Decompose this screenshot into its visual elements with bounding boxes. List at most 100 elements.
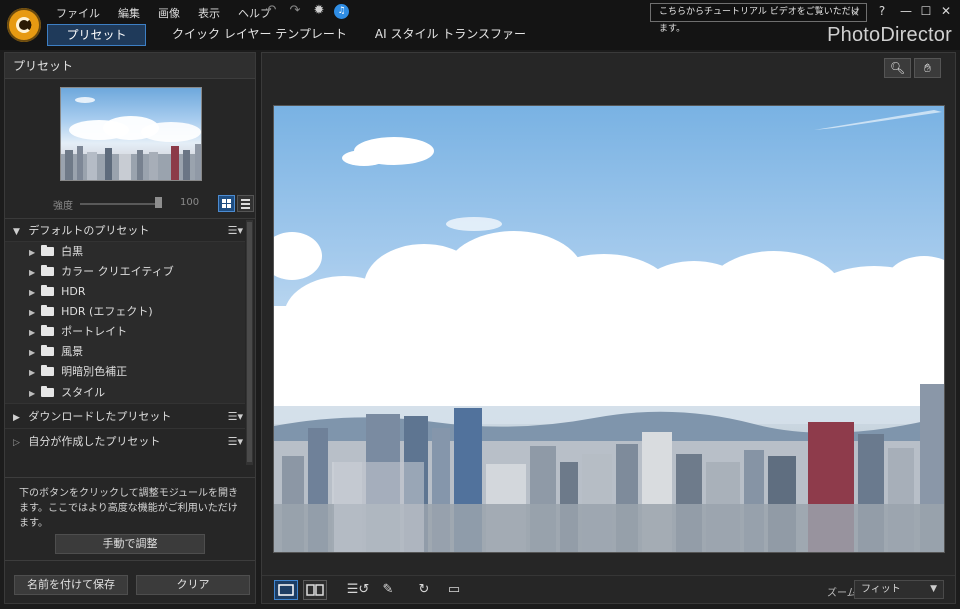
tree-item-landscape[interactable]: ▶ 風景 [5, 342, 245, 362]
tree-item-split-toning[interactable]: ▶ 明暗別色補正 [5, 362, 245, 382]
strength-value: 100 [180, 197, 200, 208]
scrollbar-thumb[interactable] [247, 222, 252, 462]
tree-my-presets[interactable]: ▷ 自分が作成したプリセット ☰▾ [5, 429, 245, 454]
tree-item-label: 明暗別色補正 [61, 365, 128, 378]
tree-item-monochrome[interactable]: ▶ 白黒 [5, 242, 245, 262]
settings-icon[interactable]: ✹ [310, 3, 328, 19]
preset-tree: ▼ デフォルトのプリセット ☰▾ ▶ 白黒 ▶ カラー クリエイティブ ▶ HDR ▶… [5, 220, 245, 454]
tree-item-hdr-effect[interactable]: ▶ HDR (エフェクト) [5, 302, 245, 322]
history-button[interactable]: ☰↺ [346, 580, 370, 600]
tree-item-label: HDR [61, 285, 86, 298]
strength-slider-track[interactable] [80, 203, 160, 205]
tab-presets[interactable]: プリセット [47, 24, 146, 46]
minimize-button[interactable]: — [898, 3, 914, 19]
zoom-tool-button[interactable]: 🔍︎ [884, 58, 911, 78]
collapsed-arrow-icon[interactable]: ▶ [29, 308, 35, 317]
photo-image [274, 106, 944, 552]
crop-button[interactable]: ▭ [442, 580, 466, 600]
menu-view[interactable]: 表示 [198, 4, 228, 21]
magnifier-icon: 🔍︎ [889, 61, 906, 75]
clear-button[interactable]: クリア [136, 575, 250, 595]
menu-image[interactable]: 画像 [158, 4, 188, 21]
tree-item-style[interactable]: ▶ スタイル [5, 382, 245, 404]
hamburger-menu-icon[interactable]: ☰▾ [228, 404, 243, 429]
collapsed-arrow-icon[interactable]: ▶ [29, 248, 35, 257]
tab-ai-style-transfer[interactable]: AI スタイル トランスファー [361, 24, 540, 46]
mode-tabs: プリセット クイック レイヤー テンプレート AI スタイル トランスファー [47, 24, 540, 46]
strength-slider-handle[interactable] [155, 197, 162, 208]
single-view-button[interactable] [274, 580, 298, 600]
viewer-bottom-toolbar: ☰↺ ✎ ↻ ▭ ズーム: フィット ▼ [262, 575, 955, 603]
grid-view-button[interactable] [218, 195, 235, 212]
menu-bar: ファイル 編集 画像 表示 ヘルプ [56, 4, 289, 21]
tree-default-presets-label: デフォルトのプリセット [28, 224, 150, 237]
folder-icon [41, 386, 55, 397]
collapsed-arrow-icon[interactable]: ▶ [29, 268, 35, 277]
strength-label: 強度 [53, 201, 73, 212]
tutorial-tooltip[interactable]: こちらからチュートリアル ビデオをご覧いただけます。 × [650, 3, 867, 34]
maximize-button[interactable]: ☐ [918, 3, 934, 19]
expanded-arrow-icon[interactable]: ▼ [13, 227, 20, 237]
chevron-down-icon: ▼ [930, 584, 937, 594]
zoom-value: フィット [861, 584, 901, 595]
history-list-icon: ☰↺ [346, 582, 370, 597]
tree-item-label: HDR (エフェクト) [61, 305, 153, 318]
folder-icon [41, 325, 55, 336]
brand-title: PhotoDirector [827, 24, 952, 46]
edit-pen-button[interactable]: ✎ [376, 580, 400, 600]
pan-tool-button[interactable]: ✋︎ [914, 58, 941, 78]
rotate-icon: ↻ [418, 582, 430, 597]
folder-icon [41, 345, 55, 356]
tree-item-color-creative[interactable]: ▶ カラー クリエイティブ [5, 262, 245, 282]
preset-preview-thumbnail [60, 87, 202, 181]
tree-item-hdr[interactable]: ▶ HDR [5, 282, 245, 302]
hamburger-menu-icon[interactable]: ☰▾ [228, 429, 243, 454]
folder-icon [41, 285, 55, 296]
strength-control: 強度 100 [5, 193, 255, 219]
single-view-icon [278, 584, 294, 596]
collapsed-arrow-icon[interactable]: ▶ [29, 348, 35, 357]
manual-adjust-section: 下のボタンをクリックして調整モジュールを開きます。ここではより高度な機能がご利用… [5, 477, 255, 561]
list-view-button[interactable] [237, 195, 254, 212]
tree-downloaded-presets[interactable]: ▶ ダウンロードしたプリセット ☰▾ [5, 404, 245, 429]
save-as-button[interactable]: 名前を付けて保存 [14, 575, 128, 595]
menu-file[interactable]: ファイル [56, 4, 108, 21]
collapsed-arrow-outline-icon[interactable]: ▷ [13, 438, 20, 448]
manual-adjust-button[interactable]: 手動で調整 [55, 534, 205, 554]
collapsed-arrow-icon[interactable]: ▶ [29, 288, 35, 297]
compare-view-icon [306, 584, 324, 596]
pen-icon: ✎ [382, 582, 394, 597]
tree-item-label: スタイル [61, 386, 106, 399]
main-photo[interactable] [273, 105, 945, 553]
tree-default-presets[interactable]: ▼ デフォルトのプリセット ☰▾ [5, 220, 245, 242]
collapsed-arrow-icon[interactable]: ▶ [29, 328, 35, 337]
compare-view-button[interactable] [303, 580, 327, 600]
collapsed-arrow-icon[interactable]: ▶ [29, 389, 35, 398]
photo-viewer: 🔍︎ ✋︎ ☰↺ ✎ ↻ ▭ ズーム: フィット ▼ [261, 52, 956, 604]
undo-icon[interactable]: ↶ [262, 3, 280, 19]
notification-icon[interactable]: ♫ [334, 3, 349, 19]
thumbnail-image [61, 97, 201, 180]
tab-quick-layer-template[interactable]: クイック レイヤー テンプレート [158, 24, 361, 46]
tree-my-presets-label: 自分が作成したプリセット [28, 435, 161, 448]
title-bar: ファイル 編集 画像 表示 ヘルプ ↶ ↷ ✹ ♫ こちらからチュートリアル ビ… [0, 0, 960, 50]
app-logo-icon[interactable] [7, 8, 41, 42]
folder-icon [41, 245, 55, 256]
tree-item-portrait[interactable]: ▶ ポートレイト [5, 322, 245, 342]
tree-item-label: 風景 [61, 345, 84, 358]
hamburger-menu-icon[interactable]: ☰▾ [228, 220, 243, 242]
rotate-button[interactable]: ↻ [412, 580, 436, 600]
collapsed-arrow-icon[interactable]: ▶ [13, 413, 20, 423]
help-button[interactable]: ? [874, 3, 890, 19]
close-button[interactable]: ✕ [938, 3, 954, 19]
hand-icon: ✋︎ [924, 61, 931, 75]
collapsed-arrow-icon[interactable]: ▶ [29, 368, 35, 377]
crop-icon: ▭ [447, 582, 461, 597]
menu-edit[interactable]: 編集 [118, 4, 148, 21]
panel-title: プリセット [5, 53, 255, 79]
tooltip-close-icon[interactable]: × [851, 4, 860, 21]
folder-icon [41, 305, 55, 316]
zoom-dropdown[interactable]: フィット ▼ [854, 580, 944, 599]
tree-scrollbar[interactable] [246, 220, 253, 465]
redo-icon[interactable]: ↷ [286, 3, 304, 19]
